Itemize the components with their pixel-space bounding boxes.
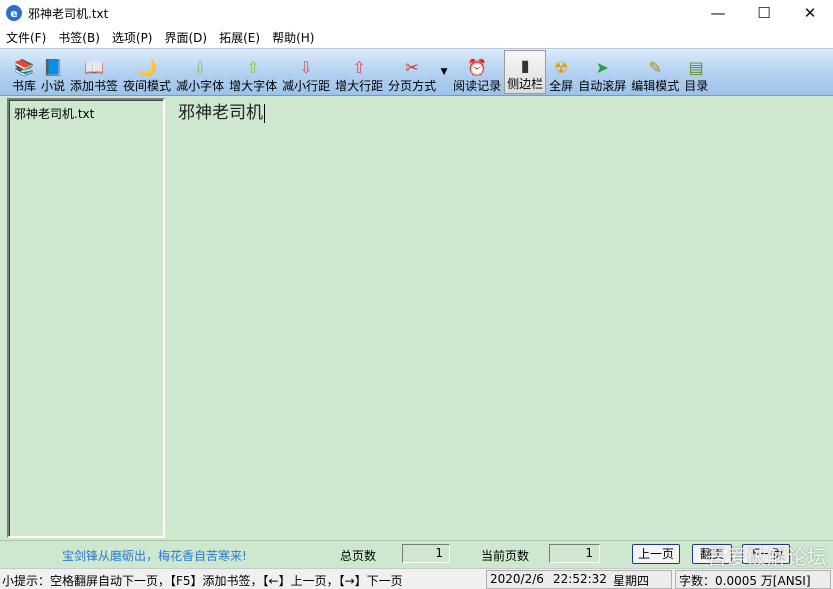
toolbar-button-label: 编辑模式: [631, 79, 680, 93]
toolbar-button-font-increase[interactable]: ⇧ 增大字体: [227, 49, 279, 95]
toolbar-button-label: 增大字体: [229, 79, 278, 93]
toolbar-button-label: 夜间模式: [123, 79, 172, 93]
sidebar-panel: 邪神老司机.txt: [7, 98, 165, 538]
motto-text: 宝剑锋从磨砺出，梅花香自苦寒来!: [62, 549, 247, 563]
menu-options[interactable]: 选项(P): [108, 29, 157, 46]
text-caret: [264, 104, 265, 123]
fullscreen-icon: ☢: [554, 57, 569, 77]
book-icon: 📘: [43, 57, 63, 77]
toolbar-button-bookmark[interactable]: 📖 添加书签: [68, 49, 120, 95]
auto-scroll-icon: ➤: [595, 57, 609, 77]
toolbar-button-label: 阅读记录: [453, 79, 502, 93]
toc-icon: ▤: [688, 57, 704, 77]
close-button[interactable]: ✕: [787, 0, 833, 26]
toolbar-button-label: 添加书签: [70, 79, 119, 93]
menu-file[interactable]: 文件(F): [2, 29, 50, 46]
toolbar-button-label: 分页方式: [388, 79, 437, 93]
bookshelf-icon: 📚: [14, 57, 34, 77]
reader-pane[interactable]: 邪神老司机: [170, 96, 833, 540]
status-bar: 小提示：空格翻屏自动下一页，【F5】添加书签，【←】上一页，【→】下一页 202…: [0, 568, 833, 589]
menu-bookmark[interactable]: 书签(B): [54, 29, 104, 46]
menu-extend[interactable]: 拓展(E): [215, 29, 264, 46]
toolbar: 📚 书库 📘 小说 📖 添加书签 🌙 夜间模式 ⇩ 减小字体 ⇧ 增大字体 ⇩ 减小行距 ⇧ 增大行距 ✂ 分页方…: [0, 48, 833, 96]
toolbar-button-fullscreen[interactable]: ☢ 全屏: [547, 49, 575, 95]
font-decrease-icon: ⇩: [193, 57, 207, 77]
toolbar-button-night-mode[interactable]: 🌙 夜间模式: [121, 49, 173, 95]
reader-text: 邪神老司机: [178, 98, 265, 123]
status-date: 2020/2/6: [490, 572, 544, 586]
toolbar-button-book[interactable]: 📘 小说: [39, 49, 67, 95]
toolbar-button-auto-scroll[interactable]: ➤ 自动滚屏: [576, 49, 628, 95]
status-weekday: 星期四: [613, 574, 650, 588]
toolbar-button-label: 增大行距: [335, 79, 384, 93]
toolbar-button-bookshelf[interactable]: 📚 书库: [10, 49, 38, 95]
toolbar-button-sidebar[interactable]: ▮ 侧边栏: [504, 50, 547, 94]
menu-interface[interactable]: 界面(D): [161, 29, 212, 46]
sidebar-item-file[interactable]: 邪神老司机.txt: [14, 105, 94, 122]
toolbar-button-label: 小说: [41, 79, 66, 93]
status-word-count: 字数：0.0005 万[ANSI]: [679, 574, 811, 588]
title-bar: e 邪神老司机.txt — ☐ ✕: [0, 0, 833, 26]
minimize-button[interactable]: —: [695, 0, 741, 26]
app-icon: e: [6, 5, 22, 21]
watermark-text: 吾爱破解论坛: [707, 545, 827, 569]
toolbar-button-pagination[interactable]: ✂ 分页方式: [386, 49, 438, 95]
edit-mode-icon: ✎: [648, 57, 662, 77]
toolbar-button-label: 侧边栏: [507, 77, 544, 91]
total-pages-label: 总页数: [340, 549, 377, 563]
total-pages-field: 1: [402, 544, 450, 563]
toolbar-button-toc[interactable]: ▤ 目录: [682, 49, 710, 95]
menu-bar: 文件(F) 书签(B) 选项(P) 界面(D) 拓展(E) 帮助(H): [0, 26, 833, 48]
current-page-field[interactable]: 1: [549, 544, 600, 563]
toolbar-button-line-spacing-decrease[interactable]: ⇩ 减小行距: [280, 49, 332, 95]
reader-content: 邪神老司机: [178, 103, 263, 123]
toolbar-button-edit-mode[interactable]: ✎ 编辑模式: [629, 49, 681, 95]
prev-page-button[interactable]: 上一页: [632, 544, 680, 564]
font-increase-icon: ⇧: [246, 57, 260, 77]
toolbar-button-line-spacing-increase[interactable]: ⇧ 增大行距: [333, 49, 385, 95]
toolbar-button-font-decrease[interactable]: ⇩ 减小字体: [174, 49, 226, 95]
window-title: 邪神老司机.txt: [28, 6, 109, 21]
toolbar-button-label: 减小字体: [176, 79, 225, 93]
toolbar-button-label: 减小行距: [282, 79, 331, 93]
toolbar-button-reading-history[interactable]: ⏰ 阅读记录: [451, 49, 503, 95]
night-mode-icon: 🌙: [137, 57, 157, 77]
bookmark-icon: 📖: [84, 57, 104, 77]
sidebar-list: 邪神老司机.txt: [9, 100, 163, 536]
toolbar-button-label: 书库: [12, 79, 37, 93]
main-area: 邪神老司机.txt 邪神老司机: [0, 96, 833, 540]
current-page-label: 当前页数: [481, 549, 530, 563]
menu-help[interactable]: 帮助(H): [268, 29, 318, 46]
status-time: 22:52:32: [553, 572, 607, 586]
pagination-icon: ✂: [405, 57, 419, 77]
pagination-dropdown-icon[interactable]: ▼: [439, 49, 449, 95]
toolbar-button-label: 全屏: [549, 79, 574, 93]
line-spacing-decrease-icon: ⇩: [299, 57, 313, 77]
toolbar-button-label: 自动滚屏: [578, 79, 627, 93]
reading-history-icon: ⏰: [467, 57, 488, 77]
line-spacing-increase-icon: ⇧: [352, 57, 366, 77]
toolbar-button-label: 目录: [684, 79, 709, 93]
status-tip: 小提示：空格翻屏自动下一页，【F5】添加书签，【←】上一页，【→】下一页: [2, 574, 403, 588]
sidebar-icon: ▮: [520, 55, 530, 75]
maximize-button[interactable]: ☐: [741, 0, 787, 26]
window-controls: — ☐ ✕: [695, 0, 833, 26]
